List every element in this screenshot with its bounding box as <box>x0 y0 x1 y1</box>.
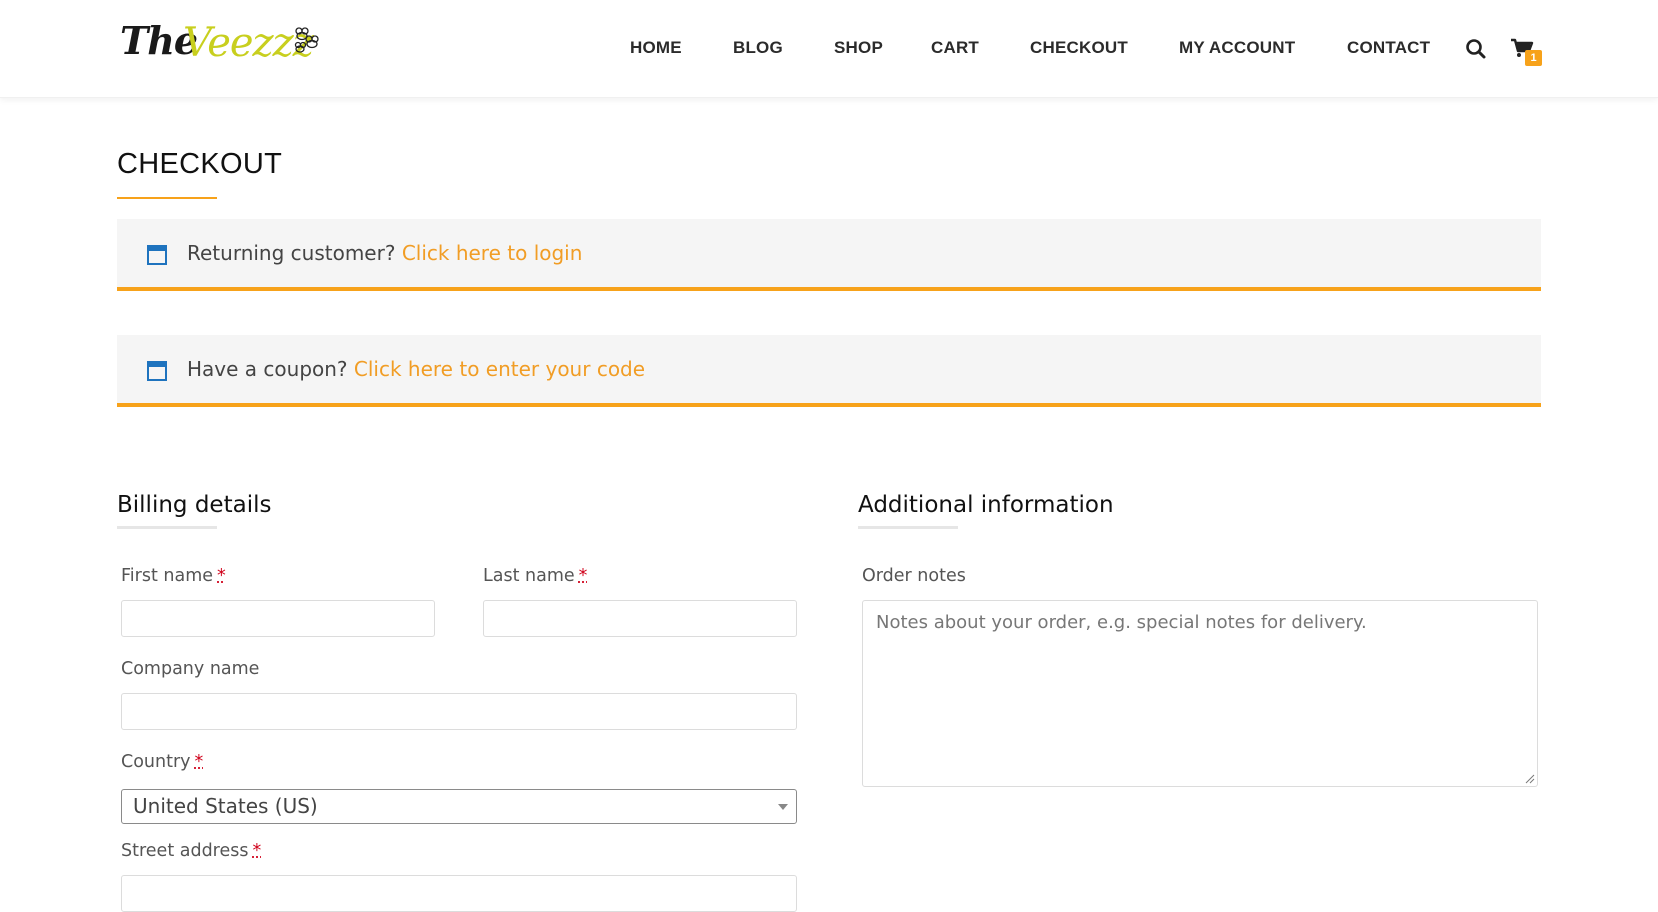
returning-customer-text: Returning customer? <box>187 241 396 265</box>
order-notes-textarea[interactable]: Notes about your order, e.g. special not… <box>862 600 1538 787</box>
cart-count-badge: 1 <box>1525 50 1542 66</box>
billing-heading: Billing details <box>117 492 272 518</box>
additional-info-heading: Additional information <box>858 492 1114 518</box>
nav-checkout[interactable]: CHECKOUT <box>1030 38 1128 58</box>
window-icon <box>147 245 167 265</box>
window-icon <box>147 361 167 381</box>
site-header: The Veezzz HOME BLOG SHOP CART CHECKOUT … <box>0 0 1658 98</box>
additional-info-heading-underline <box>858 526 958 529</box>
first-name-input[interactable] <box>121 600 435 637</box>
title-underline <box>117 197 217 199</box>
first-name-label: First name * <box>121 566 226 586</box>
site-logo[interactable]: The Veezzz <box>120 14 320 78</box>
country-select[interactable]: United States (US) <box>121 789 797 824</box>
country-label: Country * <box>121 752 204 772</box>
cart-icon[interactable]: 1 <box>1510 38 1542 68</box>
coupon-notice: Have a coupon? Click here to enter your … <box>117 335 1541 407</box>
nav-contact[interactable]: CONTACT <box>1347 38 1430 58</box>
company-name-input[interactable] <box>121 693 797 730</box>
order-notes-placeholder: Notes about your order, e.g. special not… <box>876 612 1367 633</box>
nav-cart[interactable]: CART <box>931 38 979 58</box>
bee-icon <box>294 27 319 53</box>
page-title: CHECKOUT <box>117 148 283 180</box>
street-address-label: Street address * <box>121 841 262 861</box>
coupon-text: Have a coupon? <box>187 357 348 381</box>
login-link[interactable]: Click here to login <box>402 241 583 265</box>
country-selected-value: United States (US) <box>133 794 318 818</box>
nav-my-account[interactable]: MY ACCOUNT <box>1179 38 1295 58</box>
chevron-down-icon <box>778 804 788 810</box>
company-name-label: Company name <box>121 659 260 679</box>
order-notes-label: Order notes <box>862 566 966 586</box>
street-address-input[interactable] <box>121 875 797 912</box>
last-name-label: Last name * <box>483 566 588 586</box>
billing-heading-underline <box>117 526 217 529</box>
resize-grip-icon[interactable] <box>1525 774 1535 784</box>
returning-customer-notice: Returning customer? Click here to login <box>117 219 1541 291</box>
nav-blog[interactable]: BLOG <box>733 38 783 58</box>
nav-home[interactable]: HOME <box>630 38 682 58</box>
last-name-input[interactable] <box>483 600 797 637</box>
nav-shop[interactable]: SHOP <box>834 38 883 58</box>
coupon-link[interactable]: Click here to enter your code <box>354 357 645 381</box>
search-icon[interactable] <box>1465 38 1489 62</box>
